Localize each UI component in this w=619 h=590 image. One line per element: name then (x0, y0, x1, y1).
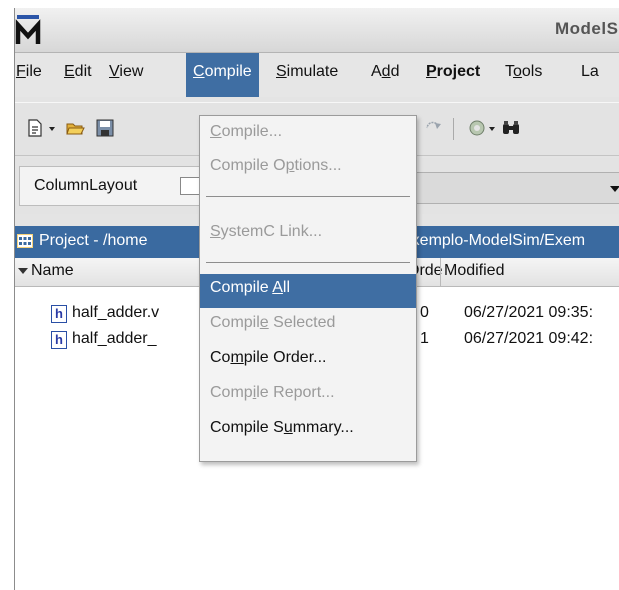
file-name: half_adder.v (72, 304, 160, 321)
menu-simulate[interactable]: Simulate (276, 63, 338, 81)
column-name-header[interactable]: Name (31, 262, 74, 280)
menu-separator (206, 196, 410, 197)
project-icon (17, 234, 33, 248)
find-binoculars-icon[interactable] (501, 118, 521, 138)
file-modified: 06/27/2021 09:35: (464, 304, 594, 321)
menu-item-compile-report[interactable]: Compile Report... (200, 379, 416, 413)
new-file-icon[interactable] (25, 118, 45, 138)
file-order: 0 (420, 304, 429, 321)
menu-file[interactable]: File (16, 63, 42, 81)
dropdown-arrow-icon[interactable] (487, 118, 497, 138)
verilog-file-icon: h (51, 331, 67, 349)
menu-project[interactable]: Project (426, 63, 480, 81)
modelsim-logo-icon (15, 15, 41, 44)
toolbar-separator (453, 118, 454, 140)
menu-layout[interactable]: La (581, 63, 599, 81)
menu-item-compile-selected[interactable]: Compile Selected (200, 309, 416, 343)
menu-edit[interactable]: Edit (64, 63, 92, 81)
menu-item-compile-all[interactable]: Compile All (200, 274, 416, 308)
layout-combo[interactable] (403, 172, 619, 204)
chevron-down-icon (610, 186, 619, 192)
column-layout-label: ColumnLayout (34, 177, 138, 194)
project-path-right: Exemplo-ModelSim/Exem (401, 232, 586, 249)
open-folder-icon[interactable] (65, 118, 85, 138)
file-order: 1 (420, 330, 429, 347)
compile-menu-dropdown: Compile... Compile Options... SystemC Li… (199, 115, 417, 462)
modelsim-window: ModelS File Edit View Compile Simulate A… (14, 8, 619, 590)
sort-arrow-icon[interactable] (17, 266, 29, 276)
menu-item-systemc-link[interactable]: SystemC Link... (200, 218, 416, 252)
title-bar: ModelS (15, 8, 619, 53)
redo-icon[interactable] (423, 118, 443, 138)
menu-item-compile-order[interactable]: Compile Order... (200, 344, 416, 378)
project-path-left: Project - /home (39, 232, 148, 249)
menu-view[interactable]: View (109, 63, 143, 81)
menu-separator (206, 262, 410, 263)
menu-item-compile[interactable]: Compile... (200, 118, 416, 152)
menu-tools[interactable]: Tools (505, 63, 542, 81)
menu-bar: File Edit View Compile Simulate Add Proj… (15, 53, 619, 97)
file-modified: 06/27/2021 09:42: (464, 330, 594, 347)
column-modified-header[interactable]: Modified (444, 262, 504, 280)
menu-item-compile-summary[interactable]: Compile Summary... (200, 414, 416, 448)
simulate-icon[interactable] (467, 118, 487, 138)
file-name: half_adder_ (72, 330, 157, 347)
window-title: ModelS (555, 19, 619, 38)
verilog-file-icon: h (51, 305, 67, 323)
menu-compile[interactable]: Compile (186, 53, 259, 97)
column-layout-box: ColumnLayout (19, 166, 202, 206)
menu-item-compile-options[interactable]: Compile Options... (200, 152, 416, 186)
save-icon[interactable] (95, 118, 115, 138)
menu-add[interactable]: Add (371, 63, 399, 81)
dropdown-arrow-icon[interactable] (47, 118, 57, 138)
column-separator (440, 258, 441, 286)
